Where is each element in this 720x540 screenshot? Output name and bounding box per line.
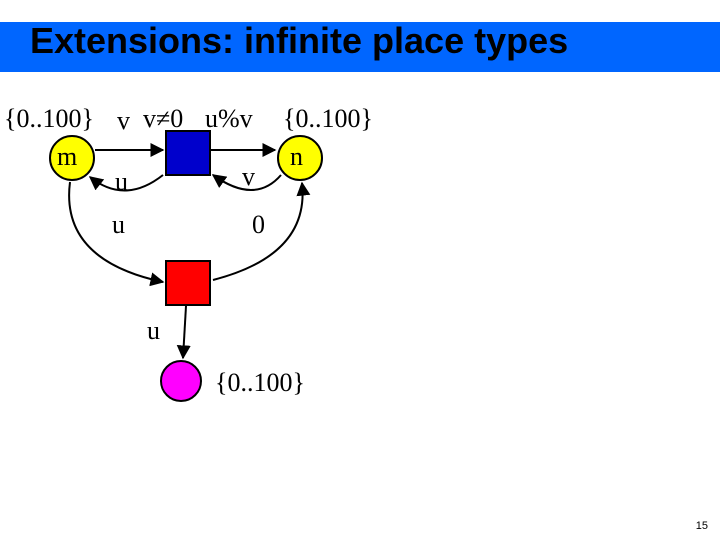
slide-number: 15 [696, 520, 708, 532]
transition-red [165, 260, 211, 306]
place-n-label: n [290, 142, 303, 172]
place-m-label: m [57, 142, 77, 172]
arc-label-red-to-n: 0 [252, 210, 265, 240]
place-m-type: {0..100} [4, 104, 94, 134]
arc-label-blue-to-n: v [242, 162, 255, 192]
transition-blue [165, 130, 211, 176]
place-bottom-type: {0..100} [215, 368, 305, 398]
place-bottom [160, 360, 202, 402]
arc-label-n-to-blue-curve: u [115, 167, 128, 197]
transition-blue-guard-left: v≠0 [143, 104, 183, 134]
transition-blue-guard-right: u%v [205, 104, 253, 134]
arc-label-m-to-blue: v [117, 106, 130, 136]
diagram-arrows [0, 0, 720, 540]
diagram-stage: m {0..100} n {0..100} {0..100} v≠0 u%v v… [0, 0, 720, 540]
arc-label-blue-to-m-curve: u [112, 210, 125, 240]
arc-label-red-to-bottom: u [147, 316, 160, 346]
place-n-type: {0..100} [283, 104, 373, 134]
